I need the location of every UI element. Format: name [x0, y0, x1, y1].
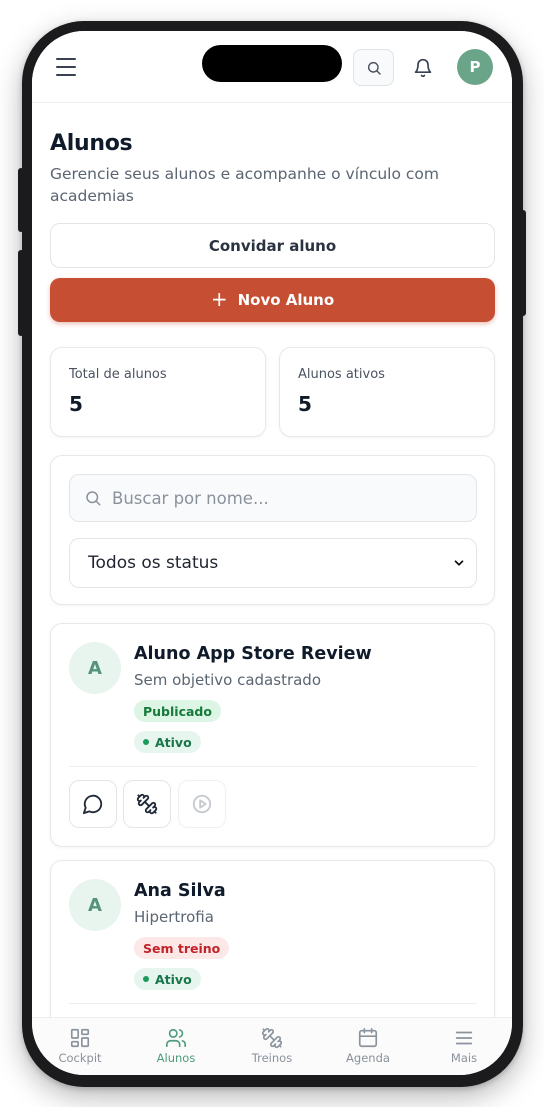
plus-icon: + [210, 287, 228, 311]
divider [69, 1003, 477, 1004]
nav-label: Agenda [346, 1051, 390, 1065]
student-name: Ana Silva [134, 881, 226, 901]
nav-label: Alunos [156, 1051, 196, 1065]
dumbbell-icon [262, 1028, 283, 1049]
student-card[interactable]: A Ana Silva Hipertrofia Sem treino Ativo [50, 860, 495, 1017]
stat-card-total: Total de alunos 5 [50, 347, 266, 437]
nav-item-mais[interactable]: Mais [419, 1018, 509, 1075]
app-screen: P Alunos Gerencie seus alunos e acompanh… [32, 31, 512, 1075]
volume-up-button [18, 168, 24, 232]
active-status-badge: Ativo [134, 968, 201, 990]
search-input[interactable] [112, 488, 476, 508]
status-dot [143, 976, 149, 982]
stat-label: Alunos ativos [298, 367, 385, 382]
nav-label: Mais [450, 1051, 478, 1065]
student-avatar: A [69, 879, 121, 931]
chevron-down-icon [454, 560, 464, 566]
filter-panel: Todos os status [50, 455, 495, 605]
main-content: Alunos Gerencie seus alunos e acompanhe … [32, 103, 512, 1017]
nav-item-treinos[interactable]: Treinos [227, 1018, 317, 1075]
stat-label: Total de alunos [69, 367, 167, 382]
nav-item-cockpit[interactable]: Cockpit [35, 1018, 125, 1075]
search-icon [84, 489, 102, 507]
student-name: Aluno App Store Review [134, 644, 372, 664]
stat-value: 5 [298, 392, 312, 416]
page-subtitle: Gerencie seus alunos e acompanhe o víncu… [50, 165, 439, 205]
bottom-navigation: Cockpit Alunos Treinos Agenda Mais [32, 1017, 512, 1075]
search-button[interactable] [353, 49, 394, 86]
play-button[interactable] [178, 780, 226, 828]
search-icon [367, 61, 381, 75]
play-icon [192, 794, 212, 814]
volume-down-button [18, 250, 24, 336]
notification-button[interactable] [410, 54, 436, 82]
status-filter-select[interactable]: Todos os status [69, 538, 477, 588]
dumbbell-icon [136, 793, 158, 815]
status-dot [143, 739, 149, 745]
stat-card-active: Alunos ativos 5 [279, 347, 495, 437]
status-filter-value: Todos os status [88, 553, 219, 573]
nav-label: Cockpit [58, 1051, 102, 1065]
calendar-icon [358, 1028, 378, 1048]
top-bar: P [32, 31, 512, 103]
dynamic-island [202, 45, 342, 82]
nav-label: Treinos [251, 1051, 293, 1065]
workout-button[interactable] [123, 780, 171, 828]
student-goal: Sem objetivo cadastrado [134, 671, 322, 689]
message-icon [82, 794, 103, 815]
nav-item-agenda[interactable]: Agenda [323, 1018, 413, 1075]
new-student-label: Novo Aluno [237, 291, 335, 309]
workout-status-badge: Sem treino [134, 937, 230, 959]
divider [69, 766, 477, 767]
grid-icon [70, 1028, 90, 1048]
invite-student-button[interactable]: Convidar aluno [50, 223, 495, 268]
stat-value: 5 [69, 392, 83, 416]
search-field[interactable] [69, 474, 477, 522]
message-button[interactable] [69, 780, 117, 828]
user-avatar[interactable]: P [457, 49, 493, 85]
menu-icon [455, 1031, 473, 1045]
student-card[interactable]: A Aluno App Store Review Sem objetivo ca… [50, 623, 495, 847]
bell-icon [414, 58, 432, 78]
page-title: Alunos [50, 131, 133, 156]
student-avatar: A [69, 642, 121, 694]
status-label: Ativo [155, 734, 192, 750]
users-icon [166, 1028, 186, 1048]
status-label: Ativo [155, 971, 192, 987]
student-goal: Hipertrofia [134, 908, 214, 926]
active-status-badge: Ativo [134, 731, 201, 753]
power-button [520, 210, 526, 316]
hamburger-menu-icon[interactable] [54, 55, 80, 79]
new-student-button[interactable]: + Novo Aluno [50, 278, 495, 322]
publish-status-badge: Publicado [134, 700, 221, 722]
nav-item-alunos[interactable]: Alunos [131, 1018, 221, 1075]
